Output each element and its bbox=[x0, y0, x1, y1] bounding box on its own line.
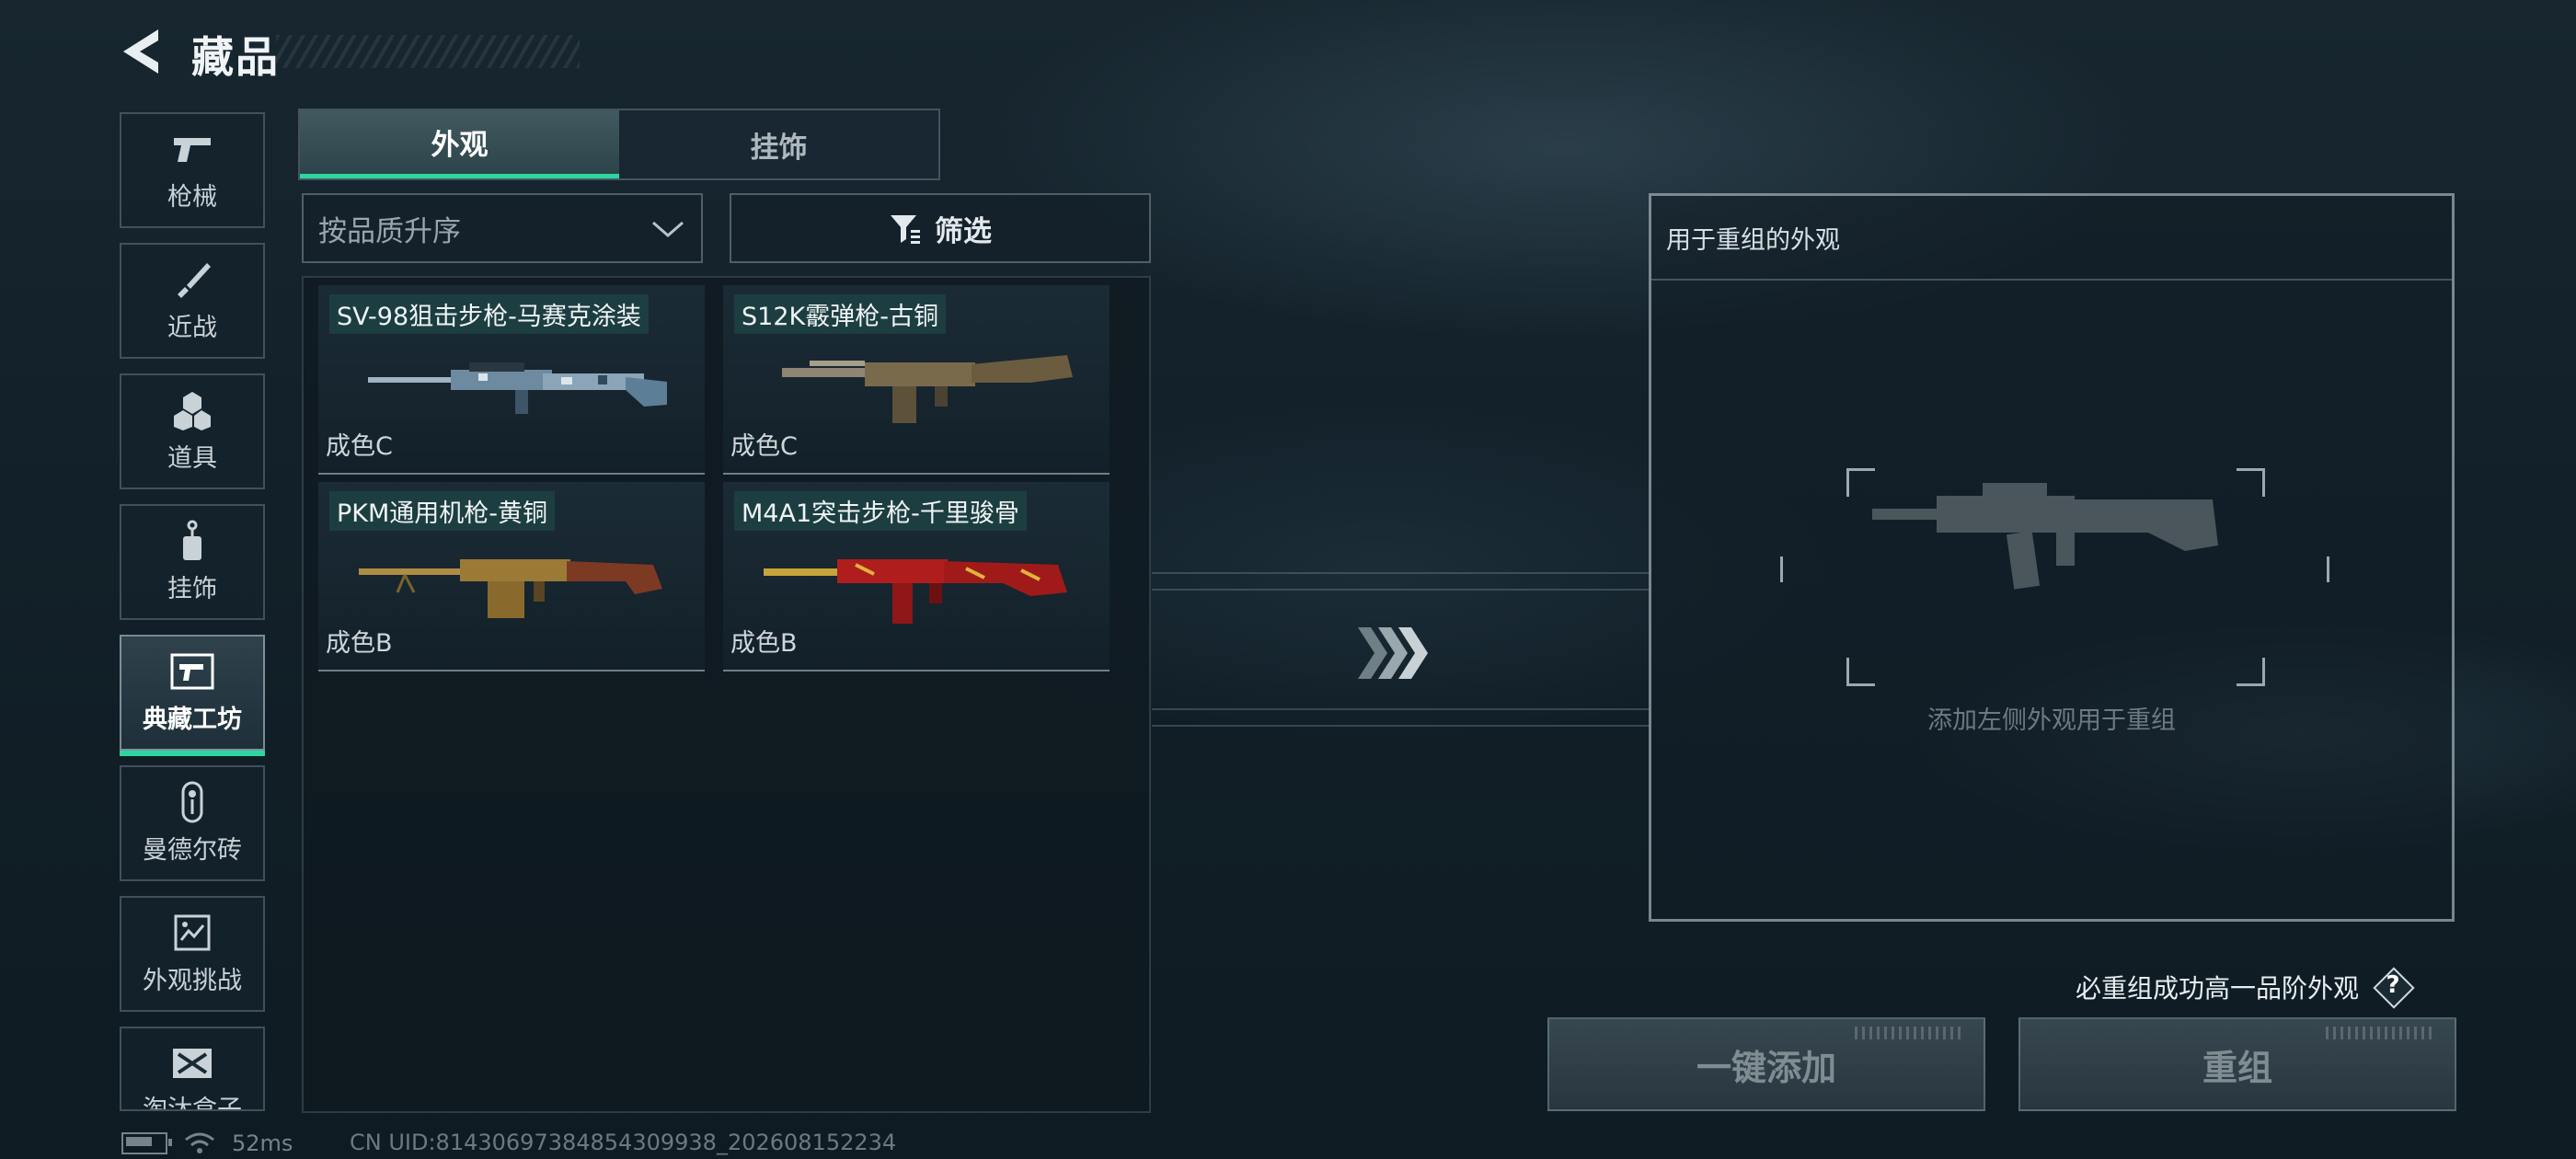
sidebar-item-guns[interactable]: 枪械 bbox=[120, 112, 265, 228]
decor-line bbox=[1152, 708, 1649, 710]
skin-card[interactable]: S12K霰弹枪-古铜 成色C bbox=[723, 285, 1110, 475]
add-all-label: 一键添加 bbox=[1696, 1047, 1836, 1088]
machine-gun-icon bbox=[359, 559, 662, 618]
frame-corner bbox=[1846, 468, 1875, 497]
sidebar-item-label: 曼德尔砖 bbox=[143, 835, 242, 865]
add-all-button[interactable]: 一键添加 bbox=[1547, 1017, 1985, 1111]
workshop-icon bbox=[170, 651, 214, 692]
brick-icon bbox=[170, 781, 214, 822]
recombine-panel: 用于重组的外观 添加左侧外观用于重组 bbox=[1649, 193, 2455, 922]
recombine-title: 用于重组的外观 bbox=[1666, 226, 1840, 255]
category-tabs: 外观 挂饰 bbox=[298, 109, 940, 180]
tab-appearance[interactable]: 外观 bbox=[300, 110, 619, 178]
sidebar-item-appearance-challenge[interactable]: 外观挑战 bbox=[120, 896, 265, 1012]
sidebar-item-label: 淘汰盒子 bbox=[143, 1096, 242, 1111]
sidebar-item-label: 挂饰 bbox=[167, 574, 217, 603]
grenade-icon bbox=[170, 390, 214, 430]
recombine-label: 重组 bbox=[2202, 1047, 2272, 1088]
back-arrow-icon[interactable] bbox=[118, 26, 164, 77]
recombine-header: 用于重组的外观 bbox=[1651, 196, 2452, 281]
chevron-down-icon bbox=[652, 221, 684, 237]
sidebar-item-label: 近战 bbox=[167, 313, 217, 342]
recombine-button[interactable]: 重组 bbox=[2018, 1017, 2456, 1111]
recombine-hint: 添加左侧外观用于重组 bbox=[1927, 706, 2176, 735]
skin-name: PKM通用机枪-黄铜 bbox=[329, 491, 556, 531]
uid-text: CN UID:8143069738485430993​8_20260815223… bbox=[350, 1130, 897, 1155]
frame-corner bbox=[2237, 468, 2265, 497]
decor-line bbox=[1152, 725, 1649, 727]
sort-dropdown[interactable]: 按品质升序 bbox=[302, 193, 703, 263]
sidebar-item-label: 典藏工坊 bbox=[143, 705, 242, 734]
shotgun-icon bbox=[782, 355, 1073, 423]
knife-icon bbox=[170, 259, 214, 300]
skin-name: M4A1突击步枪-千里骏骨 bbox=[734, 491, 1027, 531]
skin-card[interactable]: PKM通用机枪-黄铜 成色B bbox=[318, 482, 705, 671]
skin-name: S12K霰弹枪-古铜 bbox=[734, 294, 946, 334]
frame-corner bbox=[2237, 658, 2265, 686]
button-decoration bbox=[2326, 1027, 2436, 1039]
filter-label: 筛选 bbox=[935, 214, 992, 248]
guarantee-text: 必重组成功高一品阶外观 bbox=[2075, 973, 2359, 1004]
filter-icon bbox=[891, 215, 920, 244]
box-icon bbox=[170, 1045, 214, 1082]
pendant-icon bbox=[170, 520, 214, 561]
guarantee-note: 必重组成功高一品阶外观 ? bbox=[2076, 968, 2412, 1006]
frame-tick bbox=[1780, 557, 1800, 582]
help-icon[interactable]: ? bbox=[2374, 968, 2412, 1006]
triple-chevron-icon bbox=[1358, 627, 1428, 679]
sniper-rifle-icon bbox=[368, 362, 667, 414]
sort-value: 按品质升序 bbox=[318, 214, 461, 248]
skin-grade: 成色C bbox=[730, 432, 798, 461]
sidebar-item-pendants[interactable]: 挂饰 bbox=[120, 504, 265, 620]
assault-rifle-icon bbox=[764, 559, 1067, 624]
battery-icon bbox=[121, 1132, 172, 1154]
skin-grade: 成色B bbox=[326, 629, 393, 658]
filter-button[interactable]: 筛选 bbox=[730, 193, 1151, 263]
wifi-icon bbox=[185, 1132, 214, 1153]
ping-value: 52ms bbox=[232, 1130, 293, 1156]
page-title: 藏品 bbox=[191, 32, 280, 82]
skin-grade: 成色C bbox=[326, 432, 393, 461]
sidebar-item-mandel-brick[interactable]: 曼德尔砖 bbox=[120, 765, 265, 881]
sidebar-item-box[interactable]: 淘汰盒子 bbox=[120, 1027, 265, 1111]
decor-line bbox=[1152, 572, 1649, 574]
frame-corner bbox=[1846, 658, 1875, 686]
skin-card[interactable]: SV-98狙击步枪-马赛克涂装 成色C bbox=[318, 285, 705, 475]
weapon-placeholder-icon bbox=[1872, 483, 2218, 590]
sidebar-item-workshop[interactable]: 典藏工坊 bbox=[120, 635, 265, 756]
frame-tick bbox=[2310, 557, 2329, 582]
pistol-icon bbox=[170, 129, 214, 169]
tab-pendants[interactable]: 挂饰 bbox=[619, 110, 938, 178]
status-bar: 52ms bbox=[121, 1130, 293, 1157]
challenge-icon bbox=[170, 912, 214, 953]
sidebar-item-label: 外观挑战 bbox=[143, 966, 242, 995]
sidebar-item-label: 道具 bbox=[167, 443, 217, 473]
title-decoration bbox=[276, 35, 580, 68]
skin-grade: 成色B bbox=[730, 629, 798, 658]
decor-line bbox=[1152, 589, 1649, 591]
button-decoration bbox=[1855, 1027, 1965, 1039]
sidebar-item-props[interactable]: 道具 bbox=[120, 373, 265, 489]
skin-name: SV-98狙击步枪-马赛克涂装 bbox=[329, 294, 649, 334]
sidebar-item-label: 枪械 bbox=[167, 182, 217, 212]
skin-card[interactable]: M4A1突击步枪-千里骏骨 成色B bbox=[723, 482, 1110, 671]
sidebar-item-melee[interactable]: 近战 bbox=[120, 243, 265, 359]
